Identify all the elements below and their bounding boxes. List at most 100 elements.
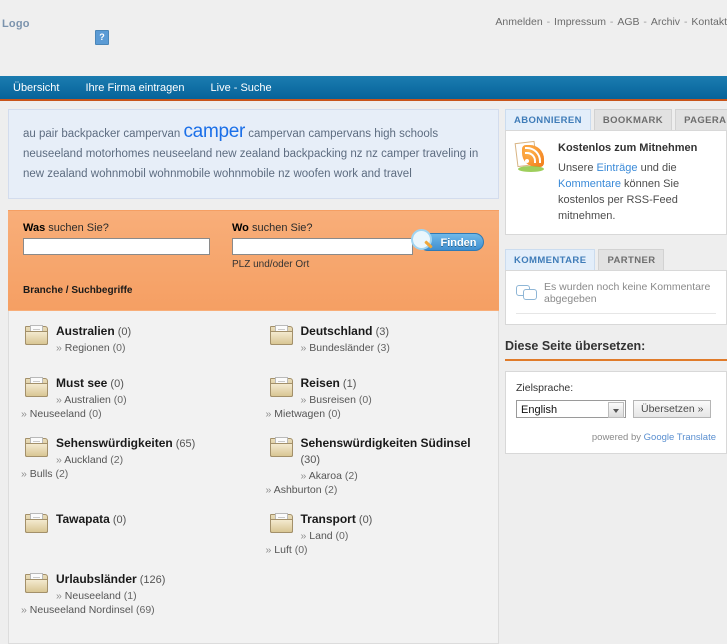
tab-abonnieren[interactable]: ABONNIEREN [505, 109, 591, 130]
category-link[interactable]: Transport [301, 512, 356, 526]
category-link[interactable]: Sehenswürdigkeiten [56, 436, 173, 450]
subcategory-item: » Australien (0) [56, 393, 248, 407]
tag-link[interactable]: backpacking nz [283, 148, 362, 160]
subcategory-list: » Busreisen (0)» Mietwagen (0) [266, 393, 493, 421]
subcategory-link[interactable]: Auckland [64, 454, 107, 466]
search-submit-button[interactable]: Finden [411, 229, 484, 251]
category-count: (1) [339, 378, 357, 390]
subcategory-count: (0) [355, 394, 372, 406]
top-utility-links: Anmelden - Impressum - AGB - Archiv - Ko… [495, 16, 727, 28]
tab-partner[interactable]: PARTNER [598, 249, 665, 270]
search-submit-label: Finden [440, 237, 477, 249]
bullet-icon: » [56, 454, 65, 466]
subcategory-list: » Land (0)» Luft (0) [266, 529, 493, 557]
subcategory-link[interactable]: Regionen [65, 342, 110, 354]
where-label: Wo suchen Sie? [232, 222, 413, 234]
category-link[interactable]: Australien [56, 324, 115, 338]
nav-link-ihre-firma-eintragen[interactable]: Ihre Firma eintragen [72, 77, 197, 99]
top-link-impressum[interactable]: Impressum [554, 16, 606, 28]
subcategory-link[interactable]: Bulls [30, 468, 53, 480]
site-logo[interactable]: Logo [2, 18, 30, 30]
nav-item: Übersicht [0, 77, 72, 99]
subcategory-link[interactable]: Neuseeland [30, 408, 86, 420]
folder-icon [269, 377, 293, 397]
tag-link[interactable]: camper [183, 121, 245, 142]
tag-link[interactable]: wohnmobile nz [214, 168, 291, 180]
where-label-rest: suchen Sie? [248, 222, 313, 234]
subcategory-count: (2) [52, 468, 69, 480]
top-link-anmelden[interactable]: Anmelden [495, 16, 542, 28]
subcategory-link[interactable]: Neuseeland Nordinsel [30, 604, 133, 616]
subcategory-link[interactable]: Land [309, 530, 332, 542]
tag-link[interactable]: work and travel [334, 168, 412, 180]
tag-link[interactable]: nz camper [366, 148, 420, 160]
tag-link[interactable]: campervans [308, 128, 371, 140]
category-item: Must see (0)» Australien (0)» Neuseeland… [9, 373, 254, 421]
nav-link-live-suche[interactable]: Live - Suche [198, 77, 285, 99]
subcategory-link[interactable]: Australien [64, 394, 111, 406]
subcategory-link[interactable]: Bundesländer [309, 342, 374, 354]
subcategory-item: » Busreisen (0) [301, 393, 493, 407]
search-where-input[interactable] [232, 238, 413, 255]
category-title: Tawapata (0) [56, 509, 248, 528]
language-select[interactable]: English [516, 400, 626, 418]
category-link[interactable]: Tawapata [56, 512, 110, 526]
translate-widget: Diese Seite übersetzen: Zielsprache: Eng… [505, 339, 727, 454]
nav-item: Ihre Firma eintragen [72, 77, 197, 99]
subcategory-count: (0) [325, 408, 341, 420]
subcategory-link[interactable]: Luft [274, 544, 292, 556]
tag-link[interactable]: campervan [123, 128, 180, 140]
category-link[interactable]: Reisen [301, 376, 340, 390]
subscribe-text: Unsere Einträge und die Kommentare könne… [558, 160, 716, 224]
top-link-agb[interactable]: AGB [617, 16, 639, 28]
bullet-icon: » [300, 394, 310, 406]
subcategory-link[interactable]: Mietwagen [274, 408, 325, 420]
subcategory-link[interactable]: Neuseeland [65, 590, 121, 602]
subscribe-widget: ABONNIERENBOOKMARKPAGERANK™ Kostenlos zu… [505, 109, 727, 235]
tab-bookmark[interactable]: BOOKMARK [593, 109, 673, 130]
tag-link[interactable]: woofen [293, 168, 330, 180]
tab-pagerank-[interactable]: PAGERANK™ [675, 109, 727, 130]
search-what-input[interactable] [23, 238, 210, 255]
tag-link[interactable]: high schools [374, 128, 438, 140]
category-link[interactable]: Deutschland [301, 324, 373, 338]
tag-link[interactable]: neuseeland [23, 148, 82, 160]
category-link[interactable]: Must see [56, 376, 107, 390]
tag-link[interactable]: wohnmobile [149, 168, 210, 180]
what-label-bold: Was [23, 222, 46, 234]
tag-cloud: au pair backpacker campervan camper camp… [8, 109, 499, 199]
category-title: Australien (0) [56, 321, 248, 340]
powered-by: powered by Google Translate [516, 432, 716, 443]
tag-link[interactable]: new zealand [215, 148, 280, 160]
subcategory-count: (0) [332, 530, 349, 542]
subcategory-item: » Mietwagen (0) [266, 407, 493, 421]
category-title: Sehenswürdigkeiten Südinsel (30) [301, 433, 493, 468]
category-link[interactable]: Sehenswürdigkeiten Südinsel [301, 436, 471, 450]
top-link-archiv[interactable]: Archiv [651, 16, 680, 28]
subcategory-link[interactable]: Akaroa [309, 470, 342, 482]
tag-link[interactable]: au pair [23, 128, 58, 140]
comments-link[interactable]: Kommentare [558, 178, 621, 190]
nav-link-übersicht[interactable]: Übersicht [0, 77, 72, 99]
tag-link[interactable]: backpacker [61, 128, 120, 140]
subcategory-item: » Ashburton (2) [266, 483, 493, 497]
bullet-icon: » [265, 408, 275, 420]
translate-button[interactable]: Übersetzen » [633, 400, 712, 418]
tag-link[interactable]: motorhomes neuseeland [86, 148, 213, 160]
subcategory-link[interactable]: Ashburton [274, 484, 322, 496]
folder-icon [25, 573, 48, 593]
category-link[interactable]: Urlaubsländer [56, 572, 137, 586]
tag-link[interactable]: wohnmobil [91, 168, 146, 180]
top-link-kontakt[interactable]: Kontakt [691, 16, 727, 28]
subcategory-count: (0) [109, 342, 126, 354]
google-translate-link[interactable]: Google Translate [644, 432, 716, 443]
tag-link[interactable]: campervan [248, 128, 305, 140]
subcategory-link[interactable]: Busreisen [309, 394, 356, 406]
category-title: Urlaubsländer (126) [56, 569, 248, 588]
translate-widget-body: Zielsprache: English Übersetzen » powere… [505, 371, 727, 454]
tab-kommentare[interactable]: KOMMENTARE [505, 249, 596, 270]
category-count: (126) [136, 574, 166, 586]
search-form: Was suchen Sie? Wo suchen Sie? PLZ und/o… [8, 210, 499, 311]
category-title: Transport (0) [301, 509, 493, 528]
entries-link[interactable]: Einträge [597, 162, 638, 174]
